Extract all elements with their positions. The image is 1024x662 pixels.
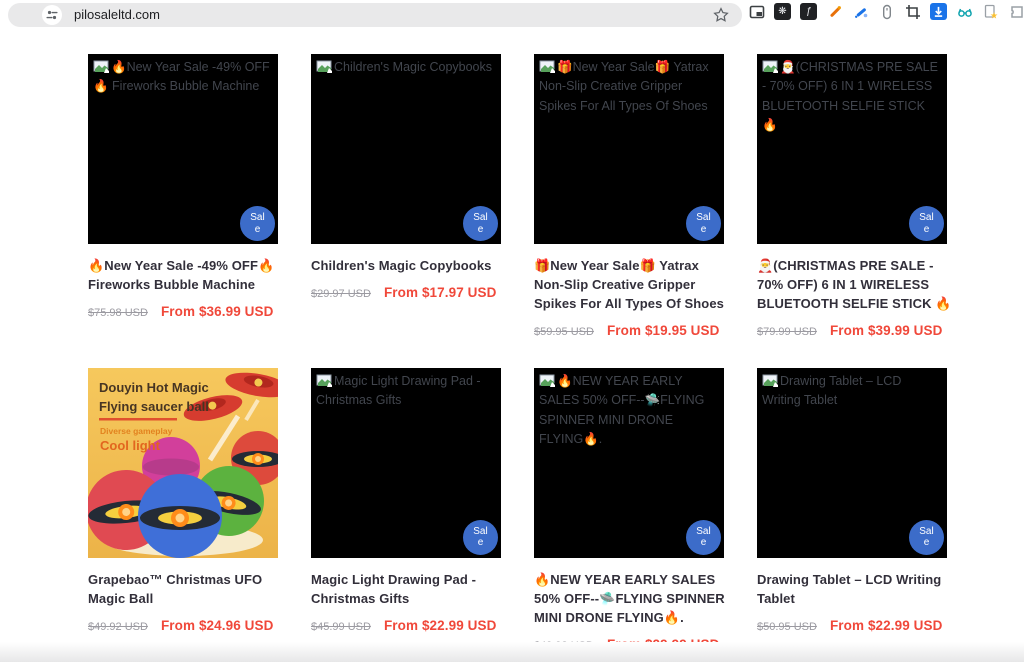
image-alt-text: 🎅(CHRISTMAS PRE SALE - 70% OFF) 6 IN 1 W… bbox=[762, 60, 938, 132]
price-row: $50.95 USD From $22.99 USD bbox=[757, 618, 954, 633]
sale-price: From $24.96 USD bbox=[161, 618, 274, 633]
product-card[interactable]: Douyin Hot Magic Flying saucer ball Dive… bbox=[88, 368, 285, 652]
product-title[interactable]: 🔥NEW YEAR EARLY SALES 50% OFF--🛸FLYING S… bbox=[534, 571, 731, 628]
broken-image-icon bbox=[316, 374, 332, 387]
sale-price: From $19.95 USD bbox=[607, 323, 720, 338]
broken-image-icon bbox=[539, 60, 555, 73]
sale-price: From $17.97 USD bbox=[384, 285, 497, 300]
price-row: $79.99 USD From $39.99 USD bbox=[757, 323, 954, 338]
compare-price: $45.99 USD bbox=[311, 621, 371, 633]
product-title[interactable]: 🔥New Year Sale -49% OFF🔥 Fireworks Bubbl… bbox=[88, 257, 285, 295]
product-title[interactable]: 🎁New Year Sale🎁 Yatrax Non-Slip Creative… bbox=[534, 257, 731, 314]
sale-badge: Sale bbox=[463, 520, 498, 555]
compare-price: $59.95 USD bbox=[534, 326, 594, 338]
product-grid-row-2: Douyin Hot Magic Flying saucer ball Dive… bbox=[0, 368, 1024, 652]
product-title[interactable]: Grapebao™ Christmas UFO Magic Ball bbox=[88, 571, 285, 609]
product-image: 🎁New Year Sale🎁 Yatrax Non-Slip Creative… bbox=[534, 54, 724, 244]
sale-badge: Sale bbox=[686, 206, 721, 241]
promo-subtext-1: Diverse gameplay bbox=[100, 426, 173, 436]
sale-badge: Sale bbox=[463, 206, 498, 241]
compare-price: $49.92 USD bbox=[88, 621, 148, 633]
url-bar[interactable]: pilosaleltd.com bbox=[8, 3, 742, 27]
product-image: 🎅(CHRISTMAS PRE SALE - 70% OFF) 6 IN 1 W… bbox=[757, 54, 947, 244]
sale-badge: Sale bbox=[909, 520, 944, 555]
crop-extension-icon[interactable] bbox=[904, 3, 921, 20]
ufo-ball-promo-image: Douyin Hot Magic Flying saucer ball Dive… bbox=[88, 368, 278, 558]
bookmark-star-icon[interactable] bbox=[712, 6, 730, 24]
sale-badge: Sale bbox=[686, 520, 721, 555]
product-card[interactable]: Magic Light Drawing Pad - Christmas Gift… bbox=[311, 368, 508, 652]
broken-image-icon bbox=[762, 374, 778, 387]
starred-page-extension-icon[interactable]: ★ bbox=[982, 3, 999, 20]
product-card[interactable]: 🎁New Year Sale🎁 Yatrax Non-Slip Creative… bbox=[534, 54, 731, 338]
product-card[interactable]: 🔥New Year Sale -49% OFF🔥 Fireworks Bubbl… bbox=[88, 54, 285, 338]
broken-image-icon bbox=[762, 60, 778, 73]
image-alt-text: 🔥New Year Sale -49% OFF🔥 Fireworks Bubbl… bbox=[93, 60, 270, 93]
broken-image-icon bbox=[539, 374, 555, 387]
orange-pen-extension-icon[interactable] bbox=[826, 3, 843, 20]
product-title[interactable]: Magic Light Drawing Pad - Christmas Gift… bbox=[311, 571, 508, 609]
price-row: $49.92 USD From $24.96 USD bbox=[88, 618, 285, 633]
sale-badge: Sale bbox=[240, 206, 275, 241]
image-alt-text: 🔥NEW YEAR EARLY SALES 50% OFF--🛸FLYING S… bbox=[539, 374, 704, 446]
product-image: Children's Magic Copybooks Sale bbox=[311, 54, 501, 244]
product-title[interactable]: 🎅(CHRISTMAS PRE SALE - 70% OFF) 6 IN 1 W… bbox=[757, 257, 954, 314]
clipped-extension-icon[interactable] bbox=[1008, 3, 1024, 20]
dark-pattern-extension-icon[interactable]: ❋ bbox=[774, 3, 791, 20]
svg-text:★: ★ bbox=[990, 10, 998, 20]
page-bottom-fade bbox=[0, 642, 1024, 662]
compare-price: $79.99 USD bbox=[757, 326, 817, 338]
compare-price: $29.97 USD bbox=[311, 288, 371, 300]
product-image: 🔥New Year Sale -49% OFF🔥 Fireworks Bubbl… bbox=[88, 54, 278, 244]
image-alt-text: 🎁New Year Sale🎁 Yatrax Non-Slip Creative… bbox=[539, 60, 709, 113]
product-grid-row-1: 🔥New Year Sale -49% OFF🔥 Fireworks Bubbl… bbox=[0, 30, 1024, 338]
image-alt-text: Drawing Tablet – LCD Writing Tablet bbox=[762, 374, 901, 407]
product-card[interactable]: 🎅(CHRISTMAS PRE SALE - 70% OFF) 6 IN 1 W… bbox=[757, 54, 954, 338]
broken-image-icon bbox=[93, 60, 109, 73]
sale-price: From $22.99 USD bbox=[830, 618, 943, 633]
extensions-row: ❋ ƒ ★ bbox=[748, 3, 1024, 20]
mouse-extension-icon[interactable] bbox=[878, 3, 895, 20]
product-card[interactable]: Children's Magic Copybooks Sale Children… bbox=[311, 54, 508, 338]
site-settings-icon[interactable] bbox=[42, 5, 62, 25]
broken-image-icon bbox=[316, 60, 332, 73]
download-extension-icon[interactable] bbox=[930, 3, 947, 20]
promo-subtext-2: Cool light bbox=[100, 438, 161, 453]
promo-heading-line2: Flying saucer ball bbox=[99, 399, 209, 414]
product-card[interactable]: 🔥NEW YEAR EARLY SALES 50% OFF--🛸FLYING S… bbox=[534, 368, 731, 652]
product-card[interactable]: Drawing Tablet – LCD Writing Tablet Sale… bbox=[757, 368, 954, 652]
image-alt-text: Magic Light Drawing Pad - Christmas Gift… bbox=[316, 374, 481, 407]
product-title[interactable]: Drawing Tablet – LCD Writing Tablet bbox=[757, 571, 954, 609]
browser-toolbar: pilosaleltd.com ❋ ƒ ★ bbox=[0, 0, 1024, 30]
image-alt-text: Children's Magic Copybooks bbox=[334, 60, 492, 74]
product-image: Drawing Tablet – LCD Writing Tablet Sale bbox=[757, 368, 947, 558]
price-row: $75.98 USD From $36.99 USD bbox=[88, 304, 285, 319]
product-image: Douyin Hot Magic Flying saucer ball Dive… bbox=[88, 368, 278, 558]
product-image: Magic Light Drawing Pad - Christmas Gift… bbox=[311, 368, 501, 558]
product-image: 🔥NEW YEAR EARLY SALES 50% OFF--🛸FLYING S… bbox=[534, 368, 724, 558]
price-row: $45.99 USD From $22.99 USD bbox=[311, 618, 508, 633]
compare-price: $50.95 USD bbox=[757, 621, 817, 633]
price-row: $29.97 USD From $17.97 USD bbox=[311, 285, 508, 300]
storefront-page: 🔥New Year Sale -49% OFF🔥 Fireworks Bubbl… bbox=[0, 30, 1024, 662]
sale-price: From $39.99 USD bbox=[830, 323, 943, 338]
function-extension-icon[interactable]: ƒ bbox=[800, 3, 817, 20]
promo-heading-line1: Douyin Hot Magic bbox=[99, 380, 209, 395]
price-row: $59.95 USD From $19.95 USD bbox=[534, 323, 731, 338]
product-title[interactable]: Children's Magic Copybooks bbox=[311, 257, 508, 276]
compare-price: $75.98 USD bbox=[88, 307, 148, 319]
sale-price: From $22.99 USD bbox=[384, 618, 497, 633]
url-text[interactable]: pilosaleltd.com bbox=[74, 3, 160, 27]
blue-edit-extension-icon[interactable] bbox=[852, 3, 869, 20]
teal-glasses-extension-icon[interactable] bbox=[956, 3, 973, 20]
sale-price: From $36.99 USD bbox=[161, 304, 274, 319]
sale-badge: Sale bbox=[909, 206, 944, 241]
picture-in-picture-icon[interactable] bbox=[748, 3, 765, 20]
